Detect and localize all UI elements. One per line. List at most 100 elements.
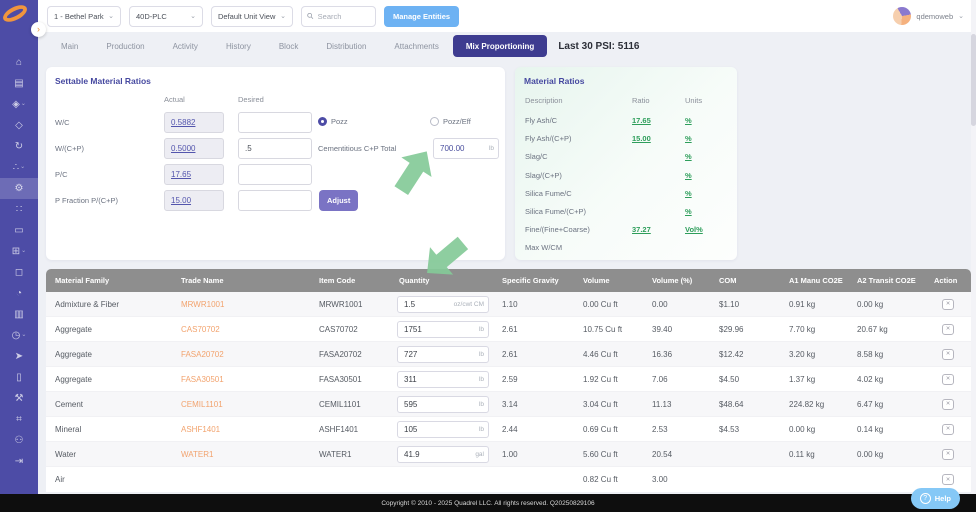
ratio-units-link[interactable]: % — [685, 189, 692, 198]
ratio-units-link[interactable]: % — [685, 134, 692, 143]
remove-item-icon[interactable]: ✕ — [942, 348, 954, 360]
specific-gravity: 2.44 — [502, 424, 518, 434]
chevron-down-icon: ⌄ — [21, 248, 27, 254]
actual-value-link[interactable]: 15.00 — [171, 196, 191, 205]
desired-input[interactable] — [238, 112, 312, 133]
ratio-units-link[interactable]: % — [685, 207, 692, 216]
user-menu[interactable]: qdemoweb ⌄ — [893, 7, 964, 25]
unit-view-select[interactable]: Default Unit View ⌄ — [211, 5, 293, 27]
tab-main[interactable]: Main — [47, 42, 92, 51]
quantity-field: lb — [397, 395, 489, 413]
adjust-button[interactable]: Adjust — [319, 190, 359, 211]
remove-item-icon[interactable]: ✕ — [942, 448, 954, 460]
sidebar-item-network[interactable]: ∴ ⌄ — [0, 157, 38, 178]
sidebar-item-sign-out[interactable]: ⇥ — [0, 451, 38, 472]
tab-mix-proportioning[interactable]: Mix Proportioning — [452, 35, 548, 57]
trade-name-link[interactable]: WATER1 — [181, 450, 213, 459]
sidebar-item-mix-design[interactable]: ⚙ — [0, 178, 38, 199]
sidebar-item-calculator[interactable]: ⊞ ⌄ — [0, 241, 38, 262]
remove-item-icon[interactable]: ✕ — [942, 398, 954, 410]
column-header: Action — [934, 276, 958, 285]
sidebar-item-badge[interactable]: ▯ — [0, 367, 38, 388]
sidebar: ⌂ ▤ ◈ ⌄ ◇ ↻ ∴ ⌄ ⚙ ∷ ▭ ⊞ ⌄ ◻ ◔ ▥ ◷ ⌄ ➤ ▯ ⚒ ⌗ … — [0, 0, 38, 494]
actual-value-link[interactable]: 17.65 — [171, 170, 191, 179]
trade-name-link[interactable]: ASHF1401 — [181, 425, 220, 434]
actual-value-link[interactable]: 0.5000 — [171, 144, 195, 153]
sidebar-item-folder[interactable]: ▭ — [0, 220, 38, 241]
trade-name-link[interactable]: CEMIL1101 — [181, 400, 223, 409]
volume-percent: 2.53 — [652, 424, 668, 434]
brand-logo — [0, 1, 34, 29]
volume: 10.75 Cu ft — [583, 324, 623, 334]
quantity-input[interactable] — [404, 399, 479, 409]
search-input[interactable] — [317, 11, 370, 21]
volume-percent: 16.36 — [652, 349, 673, 359]
desired-input[interactable] — [238, 138, 312, 159]
remove-item-icon[interactable]: ✕ — [942, 373, 954, 385]
quantity-input[interactable] — [404, 374, 479, 384]
ratio-value-link[interactable]: 37.27 — [632, 225, 651, 234]
plant-select[interactable]: 1 - Bethel Park ⌄ — [47, 5, 121, 27]
tab-distribution[interactable]: Distribution — [312, 42, 380, 51]
ratio-units-link[interactable]: % — [685, 171, 692, 180]
material-family: Water — [55, 449, 77, 459]
sidebar-item-user[interactable]: ⚇ — [0, 430, 38, 451]
ratio-units-link[interactable]: Vol% — [685, 225, 703, 234]
actual-value-link[interactable]: 0.5882 — [171, 118, 195, 127]
sidebar-item-notifications[interactable]: ◔ — [0, 283, 38, 304]
sidebar-item-layers[interactable]: ◇ — [0, 115, 38, 136]
a2-transit-co2e: 0.00 kg — [857, 449, 884, 459]
trade-name-link[interactable]: MRWR1001 — [181, 300, 224, 309]
quantity-field: lb — [397, 345, 489, 363]
manage-entities-button[interactable]: Manage Entities — [384, 5, 460, 27]
desired-input[interactable] — [238, 190, 312, 211]
tab-attachments[interactable]: Attachments — [380, 42, 452, 51]
box-icon: ◻ — [14, 267, 24, 278]
sidebar-item-box[interactable]: ◻ — [0, 262, 38, 283]
trade-name-link[interactable]: FASA30501 — [181, 375, 224, 384]
sidebar-item-tools[interactable]: ⚒ — [0, 388, 38, 409]
scrollbar-thumb[interactable] — [971, 34, 976, 126]
remove-item-icon[interactable]: ✕ — [942, 323, 954, 335]
ratio-units-link[interactable]: % — [685, 116, 692, 125]
tab-history[interactable]: History — [212, 42, 265, 51]
chevron-down-icon: ⌄ — [20, 164, 26, 170]
remove-item-icon[interactable]: ✕ — [942, 298, 954, 310]
tab-activity[interactable]: Activity — [159, 42, 212, 51]
ratio-value-link[interactable]: 15.00 — [632, 134, 651, 143]
quantity-input[interactable] — [404, 299, 454, 309]
quantity-input[interactable] — [404, 324, 479, 334]
device-select[interactable]: 40D-PLC ⌄ — [129, 5, 203, 27]
pozz-radio[interactable]: Pozz — [318, 117, 348, 126]
sidebar-expand-toggle[interactable]: › — [31, 22, 46, 37]
quantity-input[interactable] — [404, 449, 476, 459]
sidebar-item-document[interactable]: ▤ — [0, 73, 38, 94]
pozz-eff-radio[interactable]: Pozz/Eff — [430, 117, 471, 126]
cementitious-total-input[interactable] — [440, 144, 489, 153]
tab-production[interactable]: Production — [92, 42, 158, 51]
quantity-input[interactable] — [404, 424, 479, 434]
mixer-icon: ⚙ — [14, 183, 24, 194]
desired-input[interactable] — [238, 164, 312, 185]
sidebar-item-send[interactable]: ➤ — [0, 346, 38, 367]
ratio-value-link[interactable]: 17.65 — [632, 116, 651, 125]
ratio-units-link[interactable]: % — [685, 152, 692, 161]
unit-view-value: Default Unit View — [218, 11, 276, 21]
layers-icon: ◈ — [12, 99, 20, 110]
table-row: Admixture & Fiber MRWR1001 MRWR1001 oz/c… — [46, 292, 971, 317]
help-button[interactable]: ? Help — [910, 488, 960, 509]
sidebar-item-analytics[interactable]: ▥ — [0, 304, 38, 325]
remove-item-icon[interactable]: ✕ — [942, 474, 954, 485]
quantity-input[interactable] — [404, 349, 479, 359]
sidebar-item-history[interactable]: ◷ ⌄ — [0, 325, 38, 346]
sidebar-item-nodes[interactable]: ∷ — [0, 199, 38, 220]
remove-item-icon[interactable]: ✕ — [942, 423, 954, 435]
tab-block[interactable]: Block — [265, 42, 313, 51]
trade-name-link[interactable]: CAS70702 — [181, 325, 220, 334]
sidebar-item-materials[interactable]: ◈ ⌄ — [0, 94, 38, 115]
trade-name-link[interactable]: FASA20702 — [181, 350, 224, 359]
a2-transit-co2e: 4.02 kg — [857, 374, 884, 384]
sidebar-item-cycle[interactable]: ↻ — [0, 136, 38, 157]
sidebar-item-settings[interactable]: ⌗ — [0, 409, 38, 430]
sidebar-item-home[interactable]: ⌂ — [0, 52, 38, 73]
